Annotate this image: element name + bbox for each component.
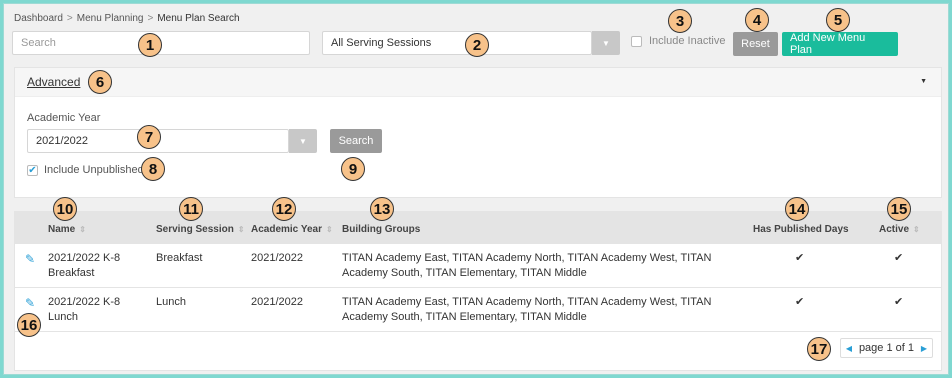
annotation-badge: 17	[807, 337, 831, 361]
check-icon: ✔	[795, 296, 805, 308]
pagination: ◀ page 1 of 1 ▶	[839, 338, 933, 358]
col-has-published-days[interactable]: Has Published Days	[753, 224, 849, 235]
check-icon: ✔	[894, 252, 904, 264]
annotation-badge: 16	[17, 313, 41, 337]
annotation-badge: 3	[668, 9, 692, 33]
sort-icon[interactable]: ⇕	[238, 225, 245, 234]
serving-session-dropdown-button[interactable]: ▼	[592, 31, 620, 55]
annotation-badge: 9	[341, 157, 365, 181]
table-row[interactable]: ✎ 2021/2022 K-8 Lunch Lunch 2021/2022 TIT…	[15, 288, 941, 332]
prev-page-icon[interactable]: ◀	[841, 344, 857, 353]
include-unpublished-label: Include Unpublished	[44, 164, 144, 176]
breadcrumb-current: Menu Plan Search	[157, 13, 240, 24]
chevron-down-icon: ▼	[602, 38, 610, 48]
annotation-badge: 10	[53, 197, 77, 221]
col-active[interactable]: Active ⇕	[879, 224, 920, 235]
edit-pencil-icon[interactable]: ✎	[25, 296, 35, 310]
app-frame: Dashboard > Menu Planning > Menu Plan Search…	[3, 3, 949, 375]
annotation-badge: 11	[179, 197, 203, 221]
col-name[interactable]: Name ⇕	[48, 224, 86, 235]
page-indicator: page 1 of 1	[858, 342, 914, 354]
search-button[interactable]: Search	[330, 129, 382, 153]
annotation-badge: 7	[137, 125, 161, 149]
include-inactive-label: Include Inactive	[649, 35, 726, 47]
include-unpublished-checkbox[interactable]: ✔	[27, 165, 38, 176]
annotation-badge: 2	[465, 33, 489, 57]
next-page-icon[interactable]: ▶	[916, 344, 932, 353]
cell-name: 2021/2022 K-8 Lunch	[48, 296, 121, 323]
sort-icon[interactable]: ⇕	[79, 225, 86, 234]
breadcrumb-menu-planning[interactable]: Menu Planning	[77, 13, 144, 24]
cell-year: 2021/2022	[251, 252, 303, 264]
sort-icon[interactable]: ⇕	[326, 225, 333, 234]
annotation-badge: 12	[272, 197, 296, 221]
chevron-down-icon: ▼	[299, 136, 307, 146]
check-icon: ✔	[795, 252, 805, 264]
col-academic-year[interactable]: Academic Year ⇕	[251, 224, 333, 235]
annotation-badge: 14	[785, 197, 809, 221]
annotation-badge: 4	[745, 8, 769, 32]
caret-down-icon[interactable]: ▼	[920, 78, 927, 85]
cell-session: Breakfast	[156, 252, 203, 264]
cell-year: 2021/2022	[251, 296, 303, 308]
edit-pencil-icon[interactable]: ✎	[25, 252, 35, 266]
col-building-groups[interactable]: Building Groups	[342, 224, 420, 235]
academic-year-label: Academic Year	[27, 112, 101, 124]
advanced-toggle-link[interactable]: Advanced	[27, 75, 80, 89]
sort-icon[interactable]: ⇕	[913, 225, 920, 234]
breadcrumb: Dashboard > Menu Planning > Menu Plan Search	[14, 13, 240, 24]
table-row[interactable]: ✎ 2021/2022 K-8 Breakfast Breakfast 2021/…	[15, 244, 941, 288]
annotation-badge: 13	[370, 197, 394, 221]
annotation-badge: 6	[88, 70, 112, 94]
cell-name: 2021/2022 K-8 Breakfast	[48, 252, 121, 279]
col-serving-session[interactable]: Serving Session ⇕	[156, 224, 245, 235]
cell-building-groups: TITAN Academy East, TITAN Academy North,…	[342, 252, 712, 279]
annotation-badge: 8	[141, 157, 165, 181]
cell-session: Lunch	[156, 296, 186, 308]
menu-plan-table: Name ⇕ Serving Session ⇕ Academic Year ⇕ Bu…	[14, 211, 942, 371]
include-inactive-checkbox[interactable]	[631, 36, 642, 47]
serving-session-select[interactable]: All Serving Sessions	[322, 31, 592, 55]
annotation-badge: 5	[826, 8, 850, 32]
breadcrumb-dashboard[interactable]: Dashboard	[14, 13, 63, 24]
reset-button[interactable]: Reset	[733, 32, 778, 56]
cell-building-groups: TITAN Academy East, TITAN Academy North,…	[342, 296, 712, 323]
advanced-header[interactable]: Advanced ▼	[15, 68, 941, 97]
annotation-badge: 1	[138, 33, 162, 57]
check-icon: ✔	[894, 296, 904, 308]
academic-year-dropdown-button[interactable]: ▼	[289, 129, 317, 153]
annotation-badge: 15	[887, 197, 911, 221]
add-new-menu-plan-button[interactable]: Add New Menu Plan	[782, 32, 898, 56]
